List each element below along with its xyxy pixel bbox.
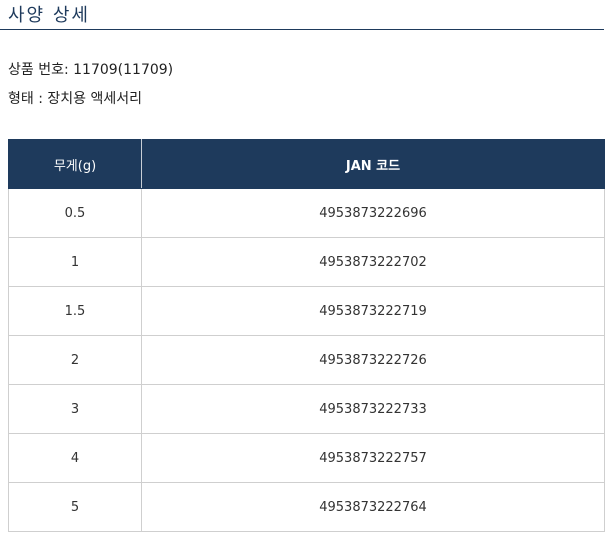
title-divider <box>0 29 604 30</box>
weight-cell: 0.5 <box>8 188 142 238</box>
weight-cell: 1 <box>8 237 142 287</box>
jan-code-cell: 4953873222726 <box>141 335 605 385</box>
jan-code-cell: 4953873222733 <box>141 384 605 434</box>
jan-code-cell: 4953873222757 <box>141 433 605 483</box>
table-row: 5 4953873222764 <box>8 482 605 532</box>
spec-table: 무게(g) JAN 코드 0.5 4953873222696 1 4953873… <box>8 139 605 532</box>
table-row: 4 4953873222757 <box>8 433 605 483</box>
weight-cell: 3 <box>8 384 142 434</box>
table-row: 1.5 4953873222719 <box>8 286 605 336</box>
jan-code-cell: 4953873222719 <box>141 286 605 336</box>
product-number: 상품 번호: 11709(11709) <box>8 62 174 78</box>
jan-code-cell: 4953873222764 <box>141 482 605 532</box>
table-row: 0.5 4953873222696 <box>8 188 605 238</box>
section-title: 사양 상세 <box>8 5 90 26</box>
product-form: 형태 : 장치용 액세서리 <box>8 91 142 107</box>
table-header-row: 무게(g) JAN 코드 <box>8 139 605 189</box>
table-row: 3 4953873222733 <box>8 384 605 434</box>
weight-cell: 5 <box>8 482 142 532</box>
weight-cell: 4 <box>8 433 142 483</box>
table-row: 1 4953873222702 <box>8 237 605 287</box>
jan-code-cell: 4953873222702 <box>141 237 605 287</box>
weight-cell: 1.5 <box>8 286 142 336</box>
weight-cell: 2 <box>8 335 142 385</box>
jan-code-cell: 4953873222696 <box>141 188 605 238</box>
header-weight: 무게(g) <box>8 139 142 189</box>
header-jan-code: JAN 코드 <box>141 139 605 189</box>
table-row: 2 4953873222726 <box>8 335 605 385</box>
